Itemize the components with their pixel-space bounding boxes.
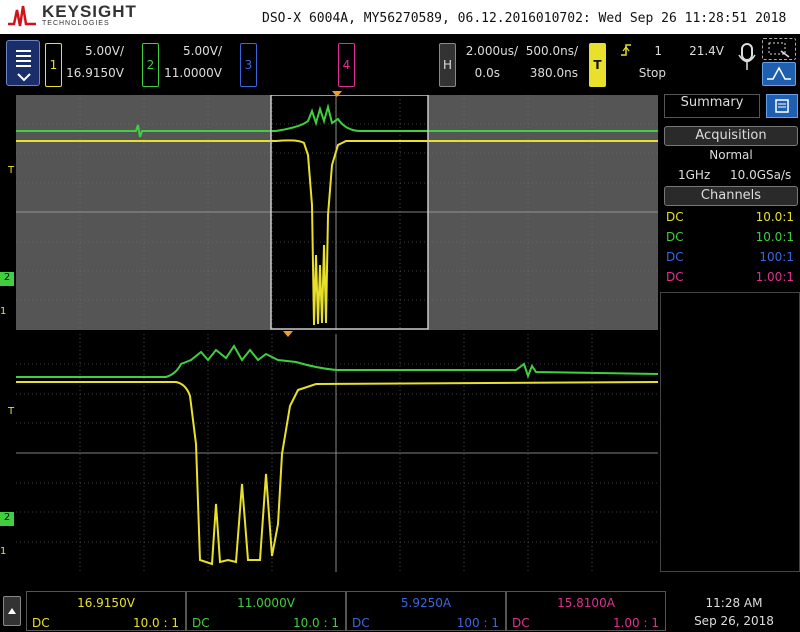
channel-row: DC 10.0:1 xyxy=(660,207,800,227)
acquisition-bandwidth: 1GHz xyxy=(678,168,711,182)
channel-4-button[interactable]: 4 xyxy=(338,43,355,87)
ch2-offset: 11.0000V xyxy=(164,66,222,80)
zoom-timebase: 500.0ns/ xyxy=(525,44,578,58)
coupling: DC xyxy=(666,250,684,264)
trigger-level: 21.4V xyxy=(689,44,724,58)
ch1-status-probe: 10.0 : 1 xyxy=(132,616,179,630)
ch3-status-probe: 100 : 1 xyxy=(456,616,499,630)
clock-date: Sep 26, 2018 xyxy=(694,614,774,628)
touch-zoom-button[interactable] xyxy=(762,38,796,60)
time-delay: 0.0s xyxy=(474,66,500,80)
probe-ratio: 10.0:1 xyxy=(755,230,794,244)
channel-2-button[interactable]: 2 xyxy=(142,43,159,87)
trigger-level-marker-lower: T xyxy=(8,406,15,417)
ch3-status-value: 5.9250A xyxy=(400,596,452,610)
timebase: 2.000us/ xyxy=(465,44,518,58)
panel-body xyxy=(660,292,800,572)
expand-button[interactable] xyxy=(3,596,21,626)
list-icon xyxy=(775,99,789,113)
probe-ratio: 100:1 xyxy=(759,250,794,264)
trigger-level-marker-upper: T xyxy=(8,165,15,176)
side-panel: Summary Acquisition Normal 1GHz 10.0GSa/… xyxy=(660,94,800,572)
sample-rate: 10.0GSa/s xyxy=(730,168,792,182)
ch4-status[interactable]: 15.8100A DC 1.00 : 1 xyxy=(506,591,666,631)
main-menu-button[interactable] xyxy=(6,40,40,86)
ch4-status-value: 15.8100A xyxy=(557,596,615,610)
ch2-ground-marker-upper: 2 xyxy=(0,272,14,286)
ch1-status-coupling: DC xyxy=(32,616,50,630)
acquisition-header: Acquisition xyxy=(664,126,798,146)
touch-trigger-button[interactable] xyxy=(762,62,796,86)
zoom-delay: 380.0ns xyxy=(529,66,578,80)
ch1-ground-marker-upper: 1 xyxy=(0,306,7,317)
horizontal-button[interactable]: H xyxy=(439,43,456,87)
brand-name: KEYSIGHT xyxy=(42,2,137,21)
microphone-icon[interactable] xyxy=(737,42,757,72)
window-trigger-marker-icon xyxy=(332,91,342,97)
ch1-status[interactable]: 16.9150V DC 10.0 : 1 xyxy=(26,591,186,631)
acquisition-state: Stop xyxy=(638,66,666,80)
channel-row: DC 1.00:1 xyxy=(660,267,800,287)
zoom-trigger-marker-icon xyxy=(283,331,293,337)
rising-edge-icon xyxy=(621,44,631,56)
ch3-status[interactable]: 5.9250A DC 100 : 1 xyxy=(346,591,506,631)
trigger-button[interactable]: T xyxy=(589,43,606,87)
ch1-ground-marker-lower: 1 xyxy=(0,546,7,557)
control-bar xyxy=(0,34,800,92)
ch2-status-value: 11.0000V xyxy=(237,596,295,610)
channel-3-button[interactable]: 3 xyxy=(240,43,257,87)
main-window-grid[interactable] xyxy=(16,95,658,330)
acquisition-mode: Normal xyxy=(709,148,753,162)
probe-ratio: 10.0:1 xyxy=(755,210,794,224)
edge-trigger-icon xyxy=(767,66,791,80)
brand-subtitle: TECHNOLOGIES xyxy=(42,20,110,27)
ch2-status[interactable]: 11.0000V DC 10.0 : 1 xyxy=(186,591,346,631)
ch3-status-coupling: DC xyxy=(352,616,370,630)
channels-header: Channels xyxy=(664,186,798,206)
ch2-scale: 5.00V/ xyxy=(183,44,222,58)
coupling: DC xyxy=(666,270,684,284)
ch2-status-probe: 10.0 : 1 xyxy=(292,616,339,630)
menu-icon xyxy=(16,50,31,82)
ch1-scale: 5.00V/ xyxy=(85,44,124,58)
channel-1-button[interactable]: 1 xyxy=(45,43,62,87)
trigger-source: 1 xyxy=(654,44,662,58)
channel-list: DC 10.0:1 DC 10.0:1 DC 100:1 DC 1.00:1 xyxy=(660,207,800,287)
zoom-window-grid[interactable] xyxy=(16,334,658,572)
clock-time: 11:28 AM xyxy=(705,596,763,610)
arrow-up-icon xyxy=(8,608,16,614)
coupling: DC xyxy=(666,210,684,224)
ch2-ground-marker-lower: 2 xyxy=(0,512,14,526)
zoom-box-icon xyxy=(768,42,790,58)
ch1-status-value: 16.9150V xyxy=(77,596,135,610)
instrument-info: DSO-X 6004A, MY56270589, 06.12.201601070… xyxy=(262,11,787,26)
probe-ratio: 1.00:1 xyxy=(755,270,794,284)
coupling: DC xyxy=(666,230,684,244)
channel-row: DC 10.0:1 xyxy=(660,227,800,247)
channel-row: DC 100:1 xyxy=(660,247,800,267)
keysight-logo-icon xyxy=(8,5,36,27)
summary-tab[interactable]: Summary xyxy=(664,94,760,118)
panel-menu-button[interactable] xyxy=(766,94,798,118)
ch1-offset: 16.9150V xyxy=(66,66,124,80)
ch2-status-coupling: DC xyxy=(192,616,210,630)
ch4-status-coupling: DC xyxy=(512,616,530,630)
ch4-status-probe: 1.00 : 1 xyxy=(612,616,659,630)
